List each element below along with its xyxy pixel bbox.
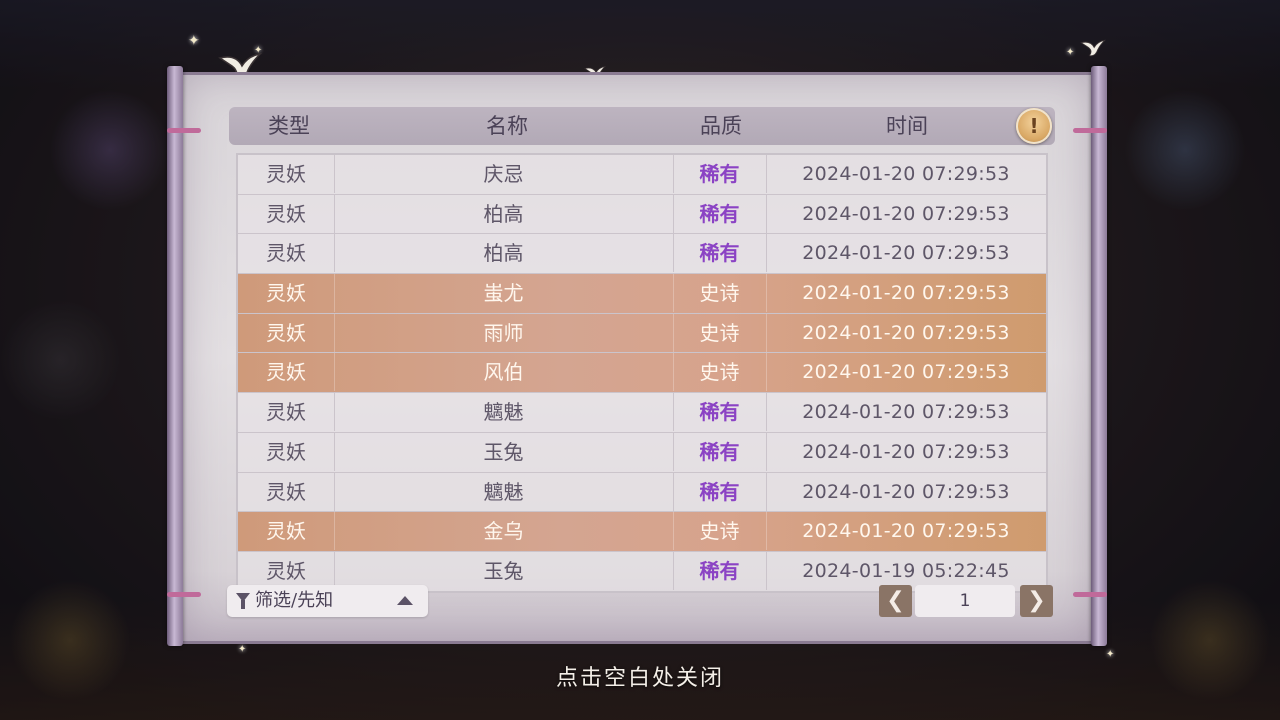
cell-name: 玉兔 <box>334 432 674 471</box>
cell-name: 风伯 <box>334 353 674 392</box>
table-row: 灵妖 蚩尤 史诗 2024-01-20 07:29:53 <box>238 274 1046 314</box>
cell-time: 2024-01-20 07:29:53 <box>802 321 1010 344</box>
cell-type: 灵妖 <box>238 512 335 551</box>
sparkle-icon: ✦ <box>238 644 247 655</box>
cell-type: 灵妖 <box>238 194 335 233</box>
table-row: 灵妖 金乌 史诗 2024-01-20 07:29:53 <box>238 512 1046 552</box>
cell-type: 灵妖 <box>238 353 335 392</box>
rod-knob <box>167 592 201 597</box>
table-row: 灵妖 魑魅 稀有 2024-01-20 07:29:53 <box>238 393 1046 433</box>
cell-quality: 稀有 <box>673 155 767 193</box>
table-row: 灵妖 柏高 稀有 2024-01-20 07:29:53 <box>238 194 1046 235</box>
scroll-rod-right <box>1073 66 1107 646</box>
info-button[interactable]: ! <box>1016 108 1052 144</box>
funnel-icon <box>236 593 250 609</box>
cell-name: 蚩尤 <box>334 274 674 313</box>
table-header: 类型 名称 品质 时间 <box>229 107 1055 145</box>
cell-name: 雨师 <box>334 313 674 352</box>
cell-name: 柏高 <box>334 194 674 233</box>
table-row: 灵妖 玉兔 稀有 2024-01-20 07:29:53 <box>238 432 1046 473</box>
cell-quality: 稀有 <box>673 472 767 511</box>
cell-quality: 史诗 <box>673 274 767 313</box>
cell-name: 柏高 <box>334 234 674 273</box>
cell-time: 2024-01-20 07:29:53 <box>802 202 1010 225</box>
page-number: 1 <box>915 585 1015 617</box>
rod-knob <box>1073 592 1107 597</box>
cell-name: 金乌 <box>334 512 674 551</box>
sparkle-icon: ✦ <box>1066 47 1075 58</box>
cell-time: 2024-01-20 07:29:53 <box>802 361 1010 384</box>
cell-type: 灵妖 <box>238 393 335 432</box>
cell-quality: 稀有 <box>673 551 767 590</box>
cell-time: 2024-01-20 07:29:53 <box>802 282 1010 305</box>
cell-name: 庆忌 <box>334 155 674 193</box>
cell-quality: 稀有 <box>673 432 767 471</box>
cell-time: 2024-01-20 07:29:53 <box>802 401 1010 424</box>
column-header-time: 时间 <box>886 114 928 138</box>
cell-type: 灵妖 <box>238 234 335 273</box>
cell-name: 魑魅 <box>334 393 674 432</box>
cell-time: 2024-01-20 07:29:53 <box>802 480 1010 503</box>
column-header-type: 类型 <box>268 114 310 138</box>
table-row: 灵妖 风伯 史诗 2024-01-20 07:29:53 <box>238 353 1046 394</box>
cell-quality: 稀有 <box>673 194 767 233</box>
cell-name: 魑魅 <box>334 472 674 511</box>
sparkle-icon: ✦ <box>1106 649 1115 660</box>
cell-quality: 稀有 <box>673 393 767 432</box>
table-row: 灵妖 雨师 史诗 2024-01-20 07:29:53 <box>238 313 1046 354</box>
cell-time: 2024-01-20 07:29:53 <box>802 520 1010 543</box>
sparkle-icon: ✦ <box>188 33 200 49</box>
scroll-rod-left <box>167 66 201 646</box>
cell-quality: 史诗 <box>673 353 767 392</box>
prev-page-button[interactable]: ❮ <box>879 585 912 617</box>
cell-quality: 史诗 <box>673 512 767 551</box>
rod-knob <box>167 128 201 133</box>
exclamation-icon: ! <box>1029 114 1039 138</box>
cell-time: 2024-01-20 07:29:53 <box>802 440 1010 463</box>
filter-label: 筛选/先知 <box>255 590 334 611</box>
filter-button[interactable]: 筛选/先知 <box>227 585 428 617</box>
record-table: 灵妖 庆忌 稀有 2024-01-20 07:29:53 灵妖 柏高 稀有 2024-01-2… <box>236 153 1048 593</box>
column-header-name: 名称 <box>486 114 528 138</box>
table-row: 灵妖 魑魅 稀有 2024-01-20 07:29:53 <box>238 472 1046 513</box>
cell-type: 灵妖 <box>238 472 335 511</box>
cell-type: 灵妖 <box>238 313 335 352</box>
close-hint: 点击空白处关闭 <box>555 666 724 691</box>
rod-knob <box>1073 128 1107 133</box>
cell-type: 灵妖 <box>238 274 335 313</box>
swallow-icon <box>1080 39 1106 57</box>
column-header-quality: 品质 <box>700 114 742 138</box>
table-row: 灵妖 柏高 稀有 2024-01-20 07:29:53 <box>238 234 1046 275</box>
table-row: 灵妖 庆忌 稀有 2024-01-20 07:29:53 <box>238 155 1046 195</box>
cell-type: 灵妖 <box>238 432 335 471</box>
cell-time: 2024-01-20 07:29:53 <box>802 163 1010 185</box>
cell-quality: 稀有 <box>673 234 767 273</box>
triangle-up-icon <box>397 596 413 605</box>
cell-type: 灵妖 <box>238 155 335 193</box>
cell-time: 2024-01-20 07:29:53 <box>802 242 1010 265</box>
next-page-button[interactable]: ❯ <box>1020 585 1053 617</box>
cell-quality: 史诗 <box>673 313 767 352</box>
